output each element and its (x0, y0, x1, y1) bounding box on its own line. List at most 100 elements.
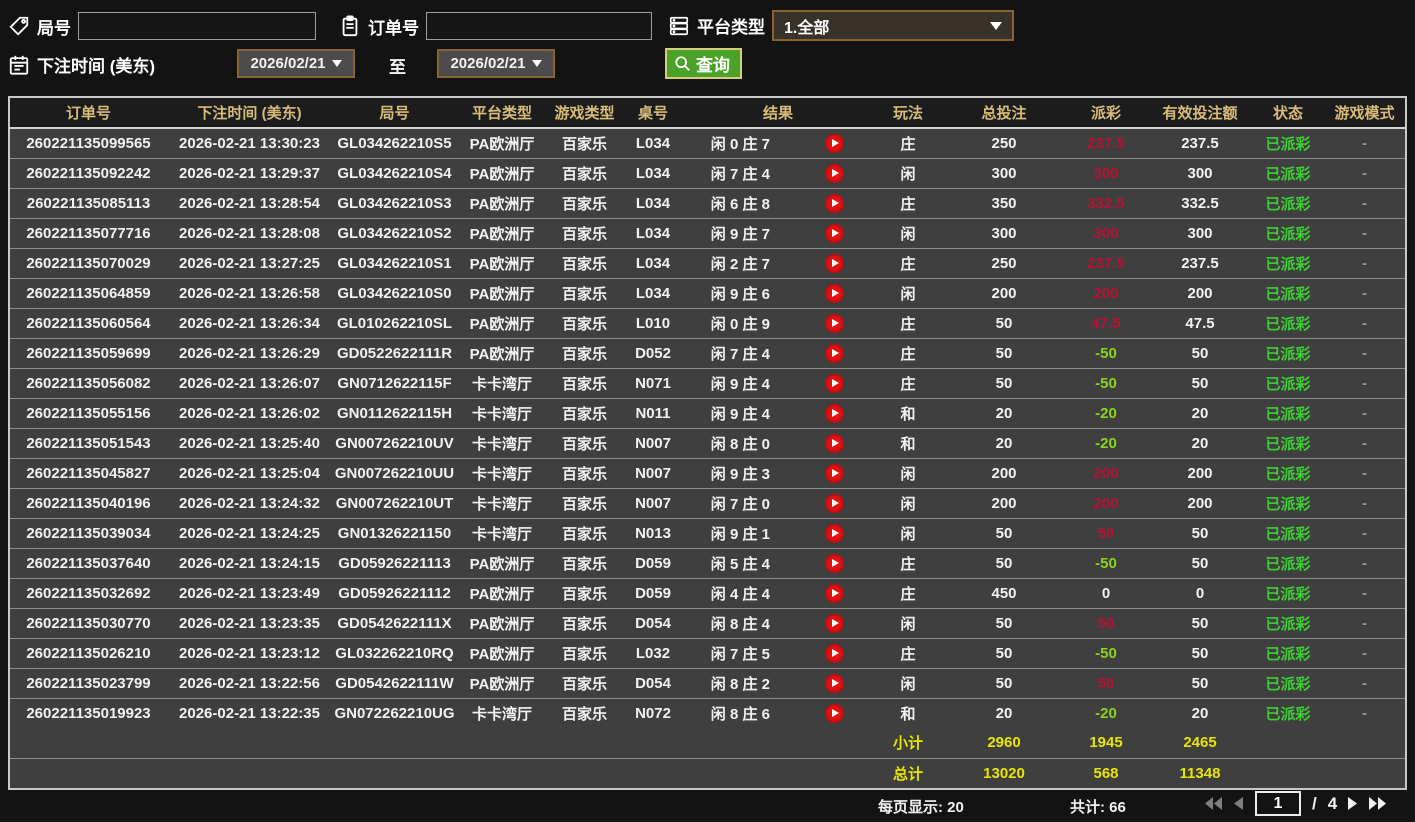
payout-value: -20 (1095, 434, 1117, 452)
play-icon (831, 139, 839, 148)
cell-game-mode: - (1324, 368, 1405, 399)
page-number-input[interactable] (1255, 791, 1301, 816)
tag-icon (8, 15, 30, 37)
cell-game-type: 百家乐 (547, 608, 622, 639)
first-page-icon (1205, 797, 1222, 810)
cell-platform: 卡卡湾厅 (457, 398, 547, 429)
cell-game-mode: - (1324, 518, 1405, 549)
video-replay-button[interactable] (824, 463, 844, 483)
video-replay-button[interactable] (824, 163, 844, 183)
cell-valid-bet: 50 (1148, 548, 1252, 579)
video-replay-button[interactable] (824, 703, 844, 723)
cell-game-mode: - (1324, 338, 1405, 369)
video-replay-button[interactable] (824, 433, 844, 453)
cell-result: 闲 8 庄 2 (684, 668, 872, 699)
video-replay-button[interactable] (824, 193, 844, 213)
cell-result: 闲 0 庄 7 (684, 128, 872, 159)
cell-total-bet: 200 (944, 458, 1064, 489)
play-icon (831, 559, 839, 567)
total-count-label: 共计: (1070, 799, 1105, 816)
payout-value: 50 (1097, 524, 1115, 542)
cell-total-bet: 50 (944, 308, 1064, 339)
cell-play-type: 庄 (872, 188, 944, 219)
cell-result: 闲 9 庄 4 (684, 398, 872, 429)
video-replay-button[interactable] (824, 253, 844, 273)
game-no-label: 局号 (37, 18, 71, 38)
cell-status: 已派彩 (1252, 398, 1324, 429)
video-replay-button[interactable] (824, 493, 844, 513)
payout-value: 332.5 (1087, 194, 1125, 212)
cell-bet-time: 2026-02-21 13:26:02 (167, 398, 332, 429)
cell-status: 已派彩 (1252, 518, 1324, 549)
prev-page-button[interactable] (1234, 797, 1244, 810)
cell-game-type: 百家乐 (547, 698, 622, 728)
server-icon (668, 15, 690, 37)
table-body: 260221135099565 2026-02-21 13:30:23 GL03… (10, 128, 1405, 728)
video-replay-button[interactable] (824, 223, 844, 243)
cell-table-no: N011 (622, 398, 684, 429)
result-text: 闲 0 庄 7 (710, 135, 770, 153)
cell-bet-time: 2026-02-21 13:24:32 (167, 488, 332, 519)
cell-play-type: 和 (872, 428, 944, 459)
game-no-input[interactable] (78, 12, 316, 40)
video-replay-button[interactable] (824, 523, 844, 543)
cell-order-no: 260221135085113 (10, 188, 167, 219)
video-replay-button[interactable] (824, 643, 844, 663)
cell-bet-time: 2026-02-21 13:26:58 (167, 278, 332, 309)
payout-value: -50 (1095, 554, 1117, 572)
video-replay-button[interactable] (824, 613, 844, 633)
cell-table-no: D054 (622, 668, 684, 699)
cell-result: 闲 2 庄 7 (684, 248, 872, 279)
per-page-display: 每页显示: 20 (878, 796, 964, 817)
col-valid-bet: 有效投注额 (1148, 98, 1252, 129)
cell-status: 已派彩 (1252, 698, 1324, 728)
cell-bet-time: 2026-02-21 13:23:49 (167, 578, 332, 609)
video-replay-button[interactable] (824, 133, 844, 153)
video-replay-button[interactable] (824, 343, 844, 363)
cell-result: 闲 6 庄 8 (684, 188, 872, 219)
cell-order-no: 260221135026210 (10, 638, 167, 669)
cell-bet-time: 2026-02-21 13:30:23 (167, 128, 332, 159)
cell-total-bet: 450 (944, 578, 1064, 609)
cell-status: 已派彩 (1252, 638, 1324, 669)
next-page-button[interactable] (1348, 797, 1358, 810)
video-replay-button[interactable] (824, 283, 844, 303)
video-replay-button[interactable] (824, 583, 844, 603)
cell-total-bet: 20 (944, 398, 1064, 429)
cell-order-no: 260221135056082 (10, 368, 167, 399)
video-replay-button[interactable] (824, 403, 844, 423)
cell-result: 闲 7 庄 4 (684, 338, 872, 369)
cell-result: 闲 8 庄 0 (684, 428, 872, 459)
cell-game-type: 百家乐 (547, 158, 622, 189)
cell-game-no: GD05926221113 (332, 548, 457, 579)
query-button[interactable]: 查询 (665, 48, 742, 79)
prev-page-icon (1234, 797, 1243, 810)
table-row: 260221135092242 2026-02-21 13:29:37 GL03… (10, 158, 1405, 189)
cell-bet-time: 2026-02-21 13:25:04 (167, 458, 332, 489)
play-icon (831, 469, 839, 477)
cell-valid-bet: 300 (1148, 158, 1252, 189)
cell-bet-time: 2026-02-21 13:24:25 (167, 518, 332, 549)
video-replay-button[interactable] (824, 313, 844, 333)
video-replay-button[interactable] (824, 673, 844, 693)
video-replay-button[interactable] (824, 553, 844, 573)
cell-payout: -50 (1064, 548, 1148, 579)
cell-game-type: 百家乐 (547, 128, 622, 159)
cell-play-type: 庄 (872, 338, 944, 369)
cell-table-no: D059 (622, 548, 684, 579)
cell-result: 闲 5 庄 4 (684, 548, 872, 579)
subtotal-total-bet: 2960 (944, 728, 1064, 759)
date-from-picker[interactable]: 2026/02/21 (237, 49, 355, 78)
result-text: 闲 0 庄 9 (710, 315, 770, 333)
platform-type-select[interactable]: 1.全部 (772, 10, 1014, 41)
date-to-value: 2026/02/21 (450, 55, 526, 72)
cell-order-no: 260221135077716 (10, 218, 167, 249)
video-replay-button[interactable] (824, 373, 844, 393)
order-no-input[interactable] (426, 12, 652, 40)
last-page-button[interactable] (1369, 797, 1387, 810)
clipboard-icon (339, 15, 361, 37)
first-page-button[interactable] (1205, 797, 1223, 810)
date-to-picker[interactable]: 2026/02/21 (437, 49, 555, 78)
cell-table-no: L034 (622, 218, 684, 249)
cell-game-mode: - (1324, 668, 1405, 699)
